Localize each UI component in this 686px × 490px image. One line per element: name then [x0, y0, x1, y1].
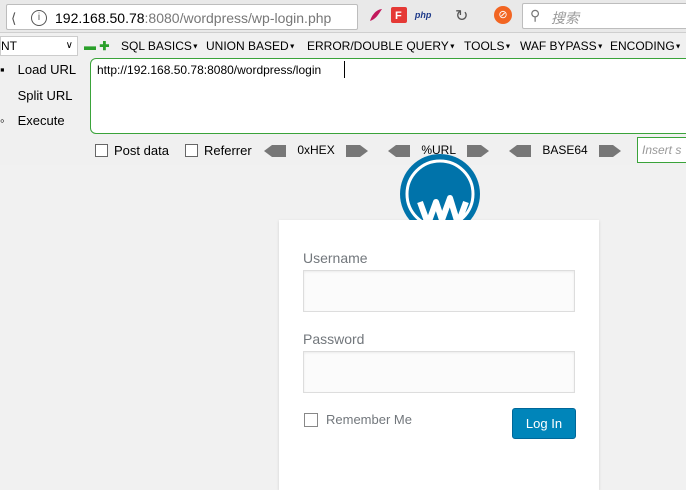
search-input[interactable]: ⚲ 搜索 [522, 3, 686, 29]
execute-button[interactable]: ◦ Execute [0, 113, 65, 128]
execute-icon: ◦ [0, 113, 5, 128]
search-icon: ⚲ [530, 7, 541, 23]
load-url-button[interactable]: ▪ Load URL [0, 62, 76, 77]
insert-placeholder: Insert s [642, 143, 682, 157]
password-input[interactable] [303, 351, 575, 393]
username-label: Username [303, 250, 368, 266]
zoom-buttons[interactable]: ▬ ✚ [84, 39, 109, 53]
login-form: Username Password Remember Me Log In [279, 220, 599, 490]
info-icon[interactable]: i [31, 10, 47, 26]
load-url-icon: ▪ [0, 62, 5, 77]
menu-union-based[interactable]: UNION BASED▼ [206, 39, 296, 53]
base64-encoder[interactable]: BASE64 [509, 143, 622, 157]
arrow-left-icon[interactable] [264, 144, 286, 157]
remember-me-label: Remember Me [326, 412, 412, 427]
arrow-left-icon[interactable] [509, 144, 531, 157]
menu-waf-bypass[interactable]: WAF BYPASS▼ [520, 39, 604, 53]
hackbar-select[interactable]: NT ∨ [0, 36, 78, 56]
firebug-icon[interactable]: F [391, 6, 408, 23]
browser-toolbar: ⟨ i 192.168.50.78:8080/wordpress/wp-logi… [0, 0, 686, 33]
back-arrow-icon[interactable]: ⟨ [11, 10, 16, 27]
menu-sql-basics[interactable]: SQL BASICS▼ [121, 39, 199, 53]
url-textarea[interactable]: http://192.168.50.78:8080/wordpress/logi… [90, 58, 686, 134]
menu-error-double-query[interactable]: ERROR/DOUBLE QUERY▼ [307, 39, 456, 53]
login-button[interactable]: Log In [512, 408, 576, 439]
referrer-checkbox[interactable]: Referrer [185, 143, 252, 158]
insert-string-input[interactable]: Insert s [637, 137, 686, 163]
remember-me-checkbox[interactable] [304, 413, 318, 427]
arrow-right-icon[interactable] [346, 144, 369, 157]
username-input[interactable] [303, 270, 575, 312]
extension-icons: F php [368, 6, 434, 24]
post-data-checkbox[interactable]: Post data [95, 143, 169, 158]
address-bar[interactable]: ⟨ i 192.168.50.78:8080/wordpress/wp-logi… [6, 4, 358, 30]
hackbar-panel: NT ∨ ▬ ✚ SQL BASICS▼ UNION BASED▼ ERROR/D… [0, 33, 686, 165]
chevron-down-icon: ∨ [65, 40, 73, 51]
feather-icon[interactable] [368, 7, 384, 23]
split-url-button[interactable]: Split URL [0, 88, 73, 103]
text-caret [344, 61, 345, 78]
address-url[interactable]: 192.168.50.78:8080/wordpress/wp-login.ph… [55, 10, 331, 26]
hex-encoder[interactable]: 0xHEX [264, 143, 369, 157]
svg-text:F: F [395, 10, 402, 22]
url-textarea-value: http://192.168.50.78:8080/wordpress/logi… [97, 63, 322, 77]
search-placeholder: 搜索 [551, 10, 579, 26]
arrow-right-icon[interactable] [599, 144, 622, 157]
menu-encoding[interactable]: ENCODING▼ [610, 39, 682, 53]
password-label: Password [303, 331, 365, 347]
adblock-icon[interactable]: ⊘ [494, 6, 512, 24]
menu-tools[interactable]: TOOLS▼ [464, 39, 511, 53]
php-badge-icon[interactable]: php [415, 10, 432, 20]
reload-icon[interactable]: ↻ [455, 6, 468, 26]
